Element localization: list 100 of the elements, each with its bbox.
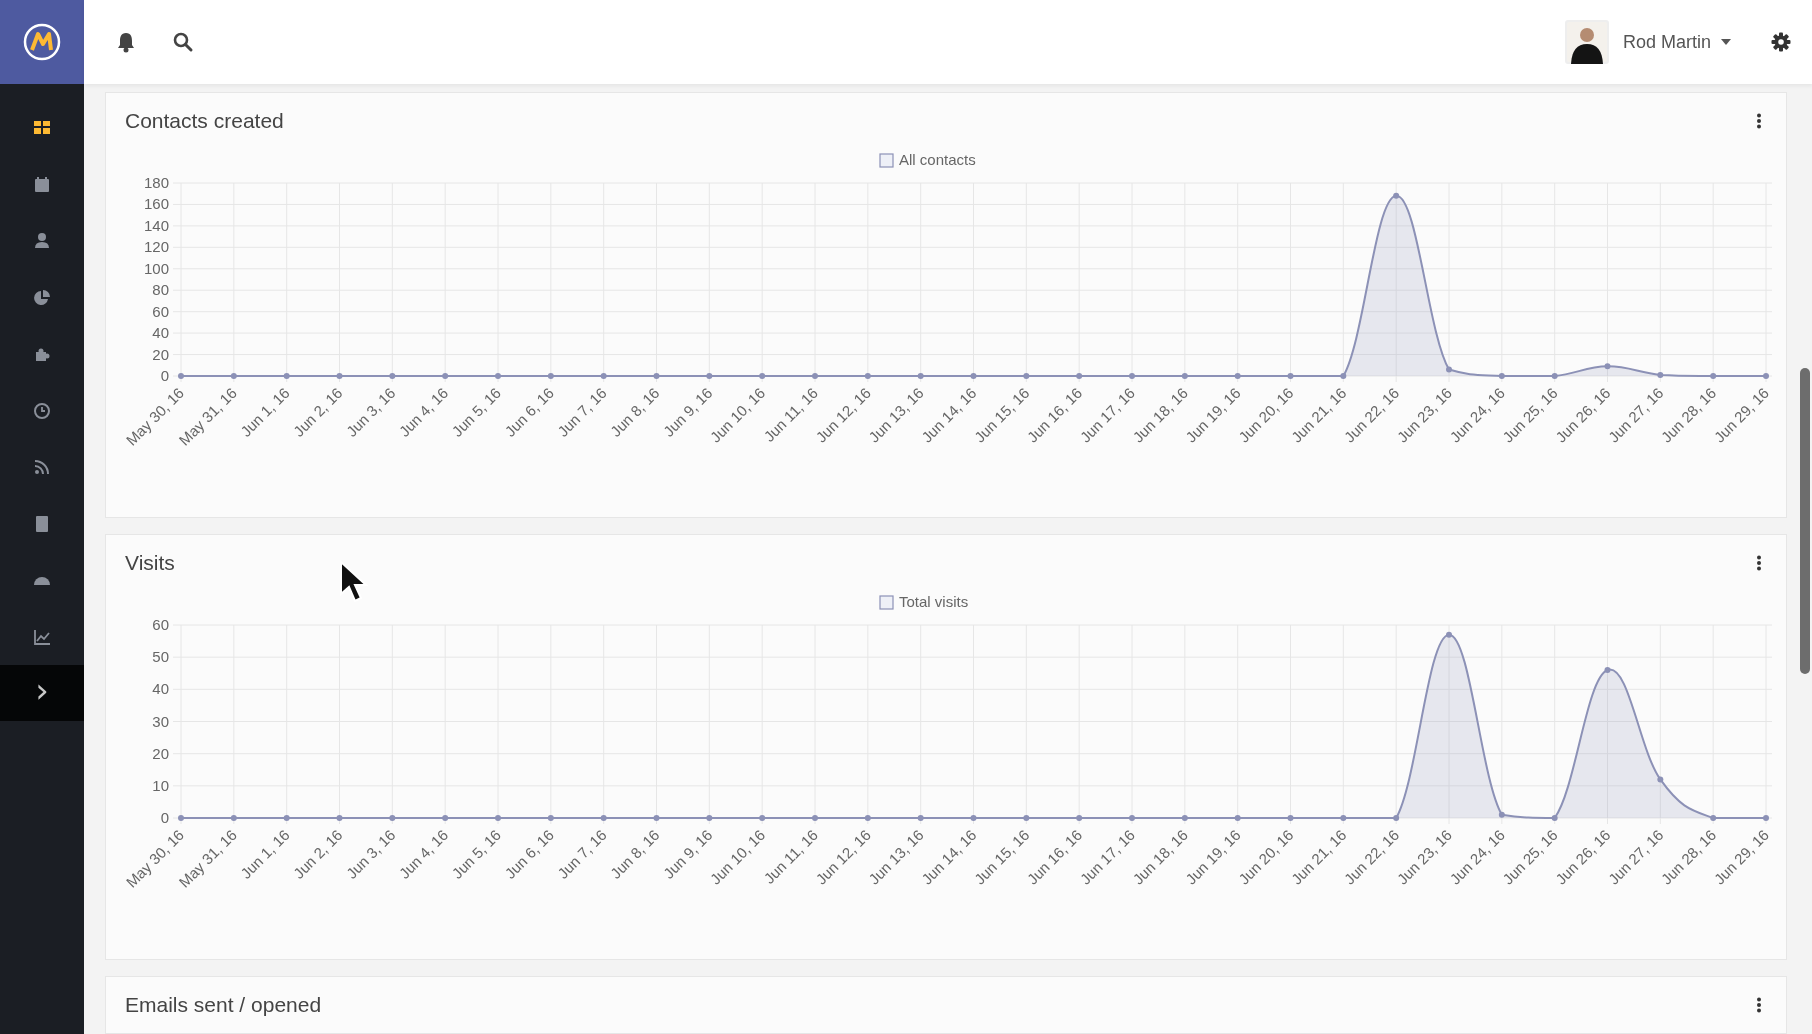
data-point: [759, 373, 766, 379]
data-point: [336, 373, 343, 379]
data-point: [547, 815, 554, 821]
settings-icon[interactable]: [1771, 32, 1791, 52]
data-point: [442, 815, 449, 821]
calendar-icon: [32, 174, 52, 195]
data-point: [600, 373, 607, 379]
data-point: [389, 815, 396, 821]
data-point: [600, 815, 607, 821]
axis-label: 60: [152, 302, 169, 320]
data-point: [336, 815, 343, 821]
card-title: Emails sent / opened: [125, 993, 322, 1017]
axis-label: 100: [143, 259, 169, 277]
axis-label: 80: [152, 281, 169, 299]
data-point: [283, 373, 290, 379]
data-point: [1498, 373, 1505, 379]
data-point: [653, 815, 660, 821]
user-name[interactable]: Rod Martin: [1622, 31, 1711, 53]
data-point: [864, 373, 871, 379]
clock-icon: [32, 400, 52, 421]
axis-label: 40: [152, 680, 169, 698]
data-point: [1234, 815, 1241, 821]
data-point: [1393, 192, 1400, 199]
data-point: [1710, 815, 1717, 821]
axis-label: 20: [152, 744, 169, 762]
data-point: [1551, 373, 1558, 379]
data-point: [1446, 366, 1452, 373]
data-point: [1657, 371, 1664, 378]
data-point: [1393, 815, 1400, 821]
data-point: [1076, 815, 1083, 821]
axis-label: 160: [143, 195, 169, 213]
caret-icon[interactable]: [1721, 39, 1731, 45]
data-point: [1340, 373, 1347, 379]
data-point: [1181, 815, 1188, 821]
data-point: [1604, 363, 1611, 370]
data-point: [495, 815, 501, 821]
data-point: [389, 373, 396, 379]
expand-button[interactable]: ›: [0, 665, 84, 721]
axis-label: 120: [143, 238, 169, 256]
axis-label: 50: [152, 648, 169, 666]
card-title: Visits: [125, 551, 175, 575]
axis-label: 40: [152, 324, 169, 342]
scrollbar-thumb[interactable]: [1800, 368, 1810, 674]
data-point: [1023, 815, 1030, 821]
data-point: [283, 815, 290, 821]
legend-label[interactable]: All contacts: [899, 151, 976, 168]
data-point: [1287, 373, 1294, 379]
data-point: [1763, 815, 1769, 821]
data-point: [1181, 373, 1188, 379]
search-icon[interactable]: [172, 31, 194, 53]
more-icon[interactable]: [1756, 997, 1762, 1013]
data-point: [547, 373, 554, 379]
data-point: [653, 373, 660, 379]
data-point: [230, 373, 237, 379]
data-point: [1340, 815, 1347, 821]
data-point: [1129, 815, 1135, 821]
data-point: [1129, 373, 1135, 379]
data-point: [1710, 373, 1717, 379]
data-point: [706, 373, 713, 379]
more-icon[interactable]: [1756, 113, 1762, 129]
data-point: [1498, 811, 1505, 818]
data-point: [1551, 815, 1558, 821]
axis-label: 180: [143, 174, 169, 191]
data-point: [812, 815, 818, 821]
data-point: [970, 815, 977, 821]
legend-swatch[interactable]: [879, 595, 894, 610]
axis-label: 10: [152, 776, 169, 794]
pie-icon: [32, 287, 52, 308]
data-point: [1023, 373, 1030, 379]
data-point: [812, 373, 818, 379]
data-point: [230, 815, 237, 821]
data-point: [178, 373, 184, 379]
data-point: [1604, 667, 1611, 674]
axis-label: 20: [152, 345, 169, 363]
axis-label: 140: [143, 216, 169, 234]
data-point: [1657, 776, 1664, 783]
axis-label: 30: [152, 712, 169, 730]
axis-label: 60: [152, 616, 169, 633]
data-point: [1076, 373, 1083, 379]
data-point: [442, 373, 449, 379]
data-point: [917, 373, 924, 379]
legend-label[interactable]: Total visits: [899, 593, 969, 610]
data-point: [178, 815, 184, 821]
data-point: [495, 373, 501, 379]
bell-icon[interactable]: [116, 31, 136, 53]
logo-icon[interactable]: [22, 22, 62, 62]
data-point: [917, 815, 924, 821]
data-point: [970, 373, 977, 379]
legend-swatch[interactable]: [879, 153, 894, 168]
data-point: [1446, 631, 1452, 638]
data-point: [1287, 815, 1294, 821]
data-point: [706, 815, 713, 821]
card-title: Contacts created: [125, 109, 284, 133]
more-icon[interactable]: [1756, 555, 1762, 571]
data-point: [759, 815, 766, 821]
data-point: [1234, 373, 1241, 379]
axis-label: 0: [160, 809, 169, 826]
data-point: [1763, 373, 1769, 379]
axis-label: 0: [160, 367, 169, 384]
data-point: [864, 815, 871, 821]
